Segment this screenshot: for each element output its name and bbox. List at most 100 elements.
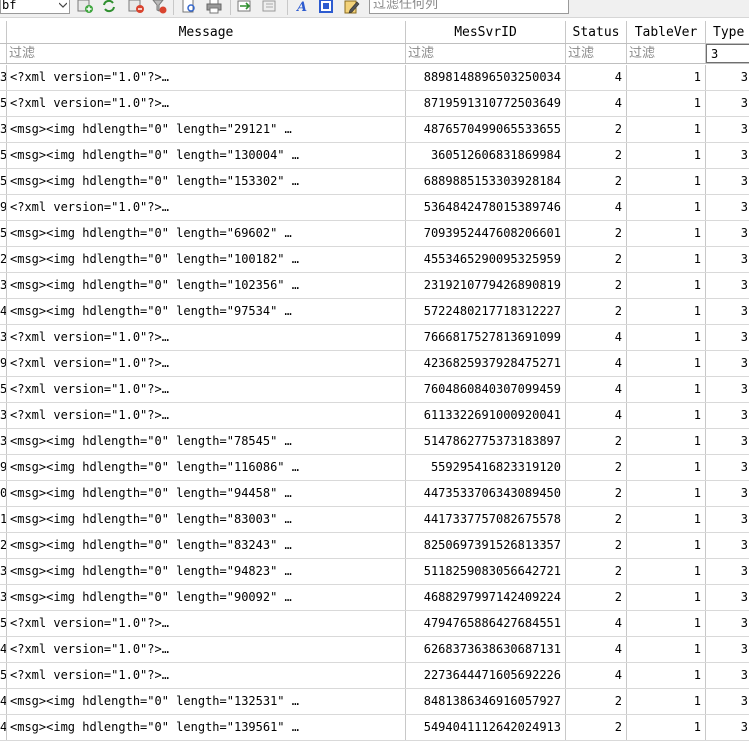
type-cell[interactable]: 3 — [706, 117, 749, 142]
table-row[interactable]: 5 <?xml version="1.0"?>… 87195913107725036… — [0, 91, 749, 117]
status-cell[interactable]: 4 — [566, 325, 627, 350]
message-cell[interactable]: <?xml version="1.0"?>… — [7, 611, 406, 636]
message-cell[interactable]: <msg><img hdlength="0" length="83003" … — [7, 507, 406, 532]
print-preview-icon[interactable] — [181, 0, 197, 14]
table-row[interactable]: 9 <?xml version="1.0"?>… 42368259379284752… — [0, 351, 749, 377]
message-cell[interactable]: <msg><img hdlength="0" length="69602" … — [7, 221, 406, 246]
filter-type-input[interactable]: 3 — [706, 44, 749, 63]
tablever-cell[interactable]: 1 — [627, 247, 706, 272]
tablever-cell[interactable]: 1 — [627, 403, 706, 428]
messvrid-cell[interactable]: 4417337757082675578 — [406, 507, 566, 532]
type-cell[interactable]: 3 — [706, 611, 749, 636]
messvrid-cell[interactable]: 8481386346916057927 — [406, 689, 566, 714]
messvrid-cell[interactable]: 5722480217718312227 — [406, 299, 566, 324]
column-header-message[interactable]: Message — [7, 21, 406, 43]
messvrid-cell[interactable]: 6113322691000920041 — [406, 403, 566, 428]
print-icon[interactable] — [206, 0, 222, 14]
messvrid-cell[interactable]: 7666817527813691099 — [406, 325, 566, 350]
type-cell[interactable]: 3 — [706, 221, 749, 246]
tablever-cell[interactable]: 1 — [627, 585, 706, 610]
message-cell[interactable]: <msg><img hdlength="0" length="116086" … — [7, 455, 406, 480]
table-row[interactable]: 2 <msg><img hdlength="0" length="100182" … — [0, 247, 749, 273]
column-header-tablever[interactable]: TableVer — [627, 21, 706, 43]
type-cell[interactable]: 3 — [706, 507, 749, 532]
message-cell[interactable]: <msg><img hdlength="0" length="100182" … — [7, 247, 406, 272]
table-row[interactable]: 5 <?xml version="1.0"?>… 47947658864276845… — [0, 611, 749, 637]
status-cell[interactable]: 2 — [566, 689, 627, 714]
filter-tablever-input[interactable]: 过滤 — [627, 44, 706, 63]
table-row[interactable]: 3 <msg><img hdlength="0" length="29121" …… — [0, 117, 749, 143]
type-cell[interactable]: 3 — [706, 481, 749, 506]
tablever-cell[interactable]: 1 — [627, 377, 706, 402]
table-row[interactable]: 3 <?xml version="1.0"?>… 76668175278136910… — [0, 325, 749, 351]
type-cell[interactable]: 3 — [706, 91, 749, 116]
messvrid-cell[interactable]: 7093952447608206601 — [406, 221, 566, 246]
status-cell[interactable]: 4 — [566, 195, 627, 220]
table-row[interactable]: 0 <msg><img hdlength="0" length="94458" …… — [0, 481, 749, 507]
tablever-cell[interactable]: 1 — [627, 91, 706, 116]
table-row[interactable]: 3 <?xml version="1.0"?>… 88981488965032500… — [0, 65, 749, 91]
type-cell[interactable]: 3 — [706, 663, 749, 688]
table-row[interactable]: 3 <?xml version="1.0"?>… 61133226910009200… — [0, 403, 749, 429]
import-icon[interactable] — [237, 0, 253, 14]
type-cell[interactable]: 3 — [706, 351, 749, 376]
type-cell[interactable]: 3 — [706, 715, 749, 740]
clear-filter-icon[interactable] — [151, 0, 167, 14]
status-cell[interactable]: 4 — [566, 663, 627, 688]
type-cell[interactable]: 3 — [706, 299, 749, 324]
type-cell[interactable]: 3 — [706, 455, 749, 480]
table-row[interactable]: 9 <?xml version="1.0"?>… 53648424780153897… — [0, 195, 749, 221]
message-cell[interactable]: <msg><img hdlength="0" length="29121" … — [7, 117, 406, 142]
table-row[interactable]: 5 <msg><img hdlength="0" length="130004" … — [0, 143, 749, 169]
messvrid-cell[interactable]: 360512606831869984 — [406, 143, 566, 168]
messvrid-cell[interactable]: 6889885153303928184 — [406, 169, 566, 194]
tablever-cell[interactable]: 1 — [627, 559, 706, 584]
messvrid-cell[interactable]: 4876570499065533655 — [406, 117, 566, 142]
message-cell[interactable]: <?xml version="1.0"?>… — [7, 403, 406, 428]
tablever-cell[interactable]: 1 — [627, 663, 706, 688]
type-cell[interactable]: 3 — [706, 429, 749, 454]
message-cell[interactable]: <msg><img hdlength="0" length="102356" … — [7, 273, 406, 298]
status-cell[interactable]: 2 — [566, 507, 627, 532]
status-cell[interactable]: 4 — [566, 377, 627, 402]
messvrid-cell[interactable]: 7604860840307099459 — [406, 377, 566, 402]
message-cell[interactable]: <?xml version="1.0"?>… — [7, 663, 406, 688]
tablever-cell[interactable]: 1 — [627, 507, 706, 532]
table-row[interactable]: 3 <msg><img hdlength="0" length="90092" …… — [0, 585, 749, 611]
status-cell[interactable]: 4 — [566, 65, 627, 90]
table-row[interactable]: 4 <msg><img hdlength="0" length="139561" … — [0, 715, 749, 741]
status-cell[interactable]: 2 — [566, 715, 627, 740]
messvrid-cell[interactable]: 5364842478015389746 — [406, 195, 566, 220]
column-header-messvrid[interactable]: MesSvrID — [406, 21, 566, 43]
type-cell[interactable]: 3 — [706, 377, 749, 402]
filter-status-input[interactable]: 过滤 — [566, 44, 627, 63]
type-cell[interactable]: 3 — [706, 403, 749, 428]
status-cell[interactable]: 2 — [566, 117, 627, 142]
message-cell[interactable]: <msg><img hdlength="0" length="94458" … — [7, 481, 406, 506]
table-row[interactable]: 5 <?xml version="1.0"?>… 76048608403070994… — [0, 377, 749, 403]
status-cell[interactable]: 4 — [566, 611, 627, 636]
status-cell[interactable]: 4 — [566, 351, 627, 376]
tablever-cell[interactable]: 1 — [627, 117, 706, 142]
table-row[interactable]: 2 <msg><img hdlength="0" length="83243" …… — [0, 533, 749, 559]
messvrid-cell[interactable]: 4794765886427684551 — [406, 611, 566, 636]
type-cell[interactable]: 3 — [706, 689, 749, 714]
table-row[interactable]: 3 <msg><img hdlength="0" length="102356" … — [0, 273, 749, 299]
edit-pencil-icon[interactable] — [344, 0, 360, 14]
message-cell[interactable]: <msg><img hdlength="0" length="83243" … — [7, 533, 406, 558]
message-cell[interactable]: <msg><img hdlength="0" length="97534" … — [7, 299, 406, 324]
message-cell[interactable]: <?xml version="1.0"?>… — [7, 377, 406, 402]
type-cell[interactable]: 3 — [706, 169, 749, 194]
new-record-icon[interactable] — [77, 0, 93, 14]
messvrid-cell[interactable]: 4236825937928475271 — [406, 351, 566, 376]
table-row[interactable]: 3 <msg><img hdlength="0" length="94823" …… — [0, 559, 749, 585]
column-header-type[interactable]: Type — [706, 21, 749, 43]
tablever-cell[interactable]: 1 — [627, 143, 706, 168]
tablever-cell[interactable]: 1 — [627, 325, 706, 350]
table-row[interactable]: 4 <msg><img hdlength="0" length="97534" …… — [0, 299, 749, 325]
messvrid-cell[interactable]: 5147862775373183897 — [406, 429, 566, 454]
message-cell[interactable]: <?xml version="1.0"?>… — [7, 91, 406, 116]
filter-messvrid-input[interactable]: 过滤 — [406, 44, 566, 63]
delete-record-icon[interactable] — [128, 0, 144, 14]
message-cell[interactable]: <msg><img hdlength="0" length="153302" … — [7, 169, 406, 194]
